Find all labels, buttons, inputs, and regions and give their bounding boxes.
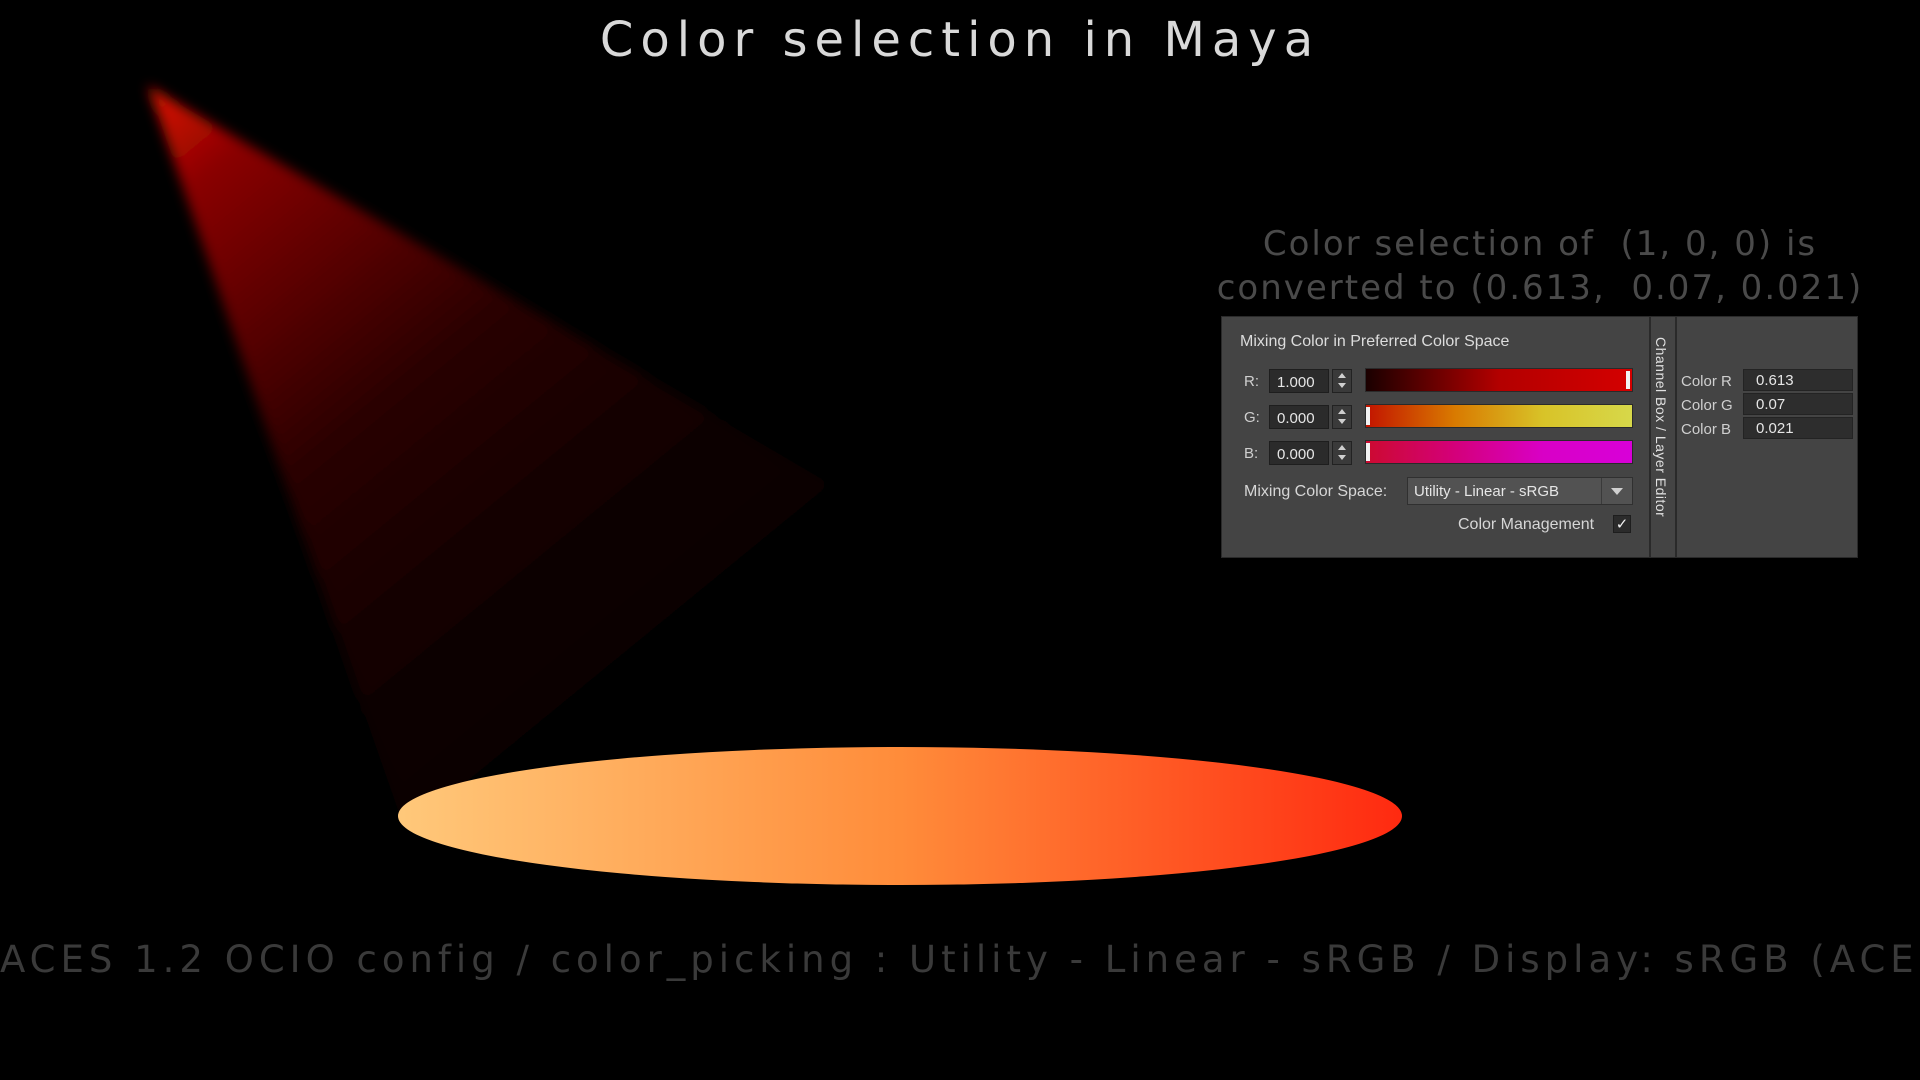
blue-stepper[interactable] (1332, 441, 1352, 465)
color-space-dropdown[interactable]: Utility - Linear - sRGB (1407, 477, 1633, 505)
chevron-down-icon[interactable] (1338, 383, 1346, 388)
caption-line-1: Color selection of (1, 0, 0) is (1262, 224, 1818, 264)
green-slider[interactable] (1365, 404, 1633, 428)
chevron-up-icon[interactable] (1338, 373, 1346, 378)
green-slider-handle[interactable] (1366, 407, 1370, 425)
channel-value-field[interactable]: 0.021 (1743, 417, 1853, 439)
red-slider[interactable] (1365, 368, 1633, 392)
channel-row-color-b: Color B 0.021 (1677, 417, 1857, 439)
channel-label: Color B (1681, 421, 1732, 438)
green-channel-row: G: 0.000 (1222, 403, 1642, 431)
blue-slider[interactable] (1365, 440, 1633, 464)
channel-row-color-g: Color G 0.07 (1677, 393, 1857, 415)
red-value-field[interactable]: 1.000 (1269, 369, 1329, 393)
dropdown-arrow[interactable] (1601, 478, 1632, 504)
blue-slider-handle[interactable] (1366, 443, 1370, 461)
color-management-label: Color Management (1458, 516, 1595, 533)
light-beam (148, 86, 1400, 816)
chevron-down-icon (1611, 488, 1623, 495)
green-value-field[interactable]: 0.000 (1269, 405, 1329, 429)
color-mixer-panel: Mixing Color in Preferred Color Space R:… (1221, 316, 1858, 558)
blue-value-field[interactable]: 0.000 (1269, 441, 1329, 465)
channel-value-field[interactable]: 0.07 (1743, 393, 1853, 415)
blue-label: B: (1244, 445, 1259, 462)
blue-channel-row: B: 0.000 (1222, 439, 1642, 467)
page-title: Color selection in Maya (599, 12, 1321, 68)
caption-line-2: converted to (0.613, 0.07, 0.021) (1216, 268, 1864, 308)
light-spot (398, 747, 1402, 885)
chevron-down-icon[interactable] (1338, 419, 1346, 424)
channel-box-tab[interactable]: Channel Box / Layer Editor (1651, 317, 1675, 557)
channel-box-tab-label: Channel Box / Layer Editor (1653, 337, 1669, 518)
red-label: R: (1244, 373, 1259, 390)
conversion-caption: Color selection of (1, 0, 0) is converte… (1180, 222, 1900, 310)
channel-label: Color R (1681, 373, 1732, 390)
chevron-up-icon[interactable] (1338, 445, 1346, 450)
color-space-label: Mixing Color Space: (1244, 483, 1388, 500)
channel-row-color-r: Color R 0.613 (1677, 369, 1857, 391)
color-management-checkbox[interactable]: ✓ (1613, 515, 1631, 533)
chevron-up-icon[interactable] (1338, 409, 1346, 414)
green-label: G: (1244, 409, 1260, 426)
config-footer: ACES 1.2 OCIO config / color_picking : U… (0, 938, 1920, 981)
channel-label: Color G (1681, 397, 1733, 414)
green-stepper[interactable] (1332, 405, 1352, 429)
chevron-down-icon[interactable] (1338, 455, 1346, 460)
color-space-value: Utility - Linear - sRGB (1414, 483, 1560, 500)
red-slider-handle[interactable] (1626, 371, 1630, 389)
mixer-heading: Mixing Color in Preferred Color Space (1240, 333, 1510, 350)
channel-value-field[interactable]: 0.613 (1743, 369, 1853, 391)
red-channel-row: R: 1.000 (1222, 367, 1642, 395)
red-stepper[interactable] (1332, 369, 1352, 393)
